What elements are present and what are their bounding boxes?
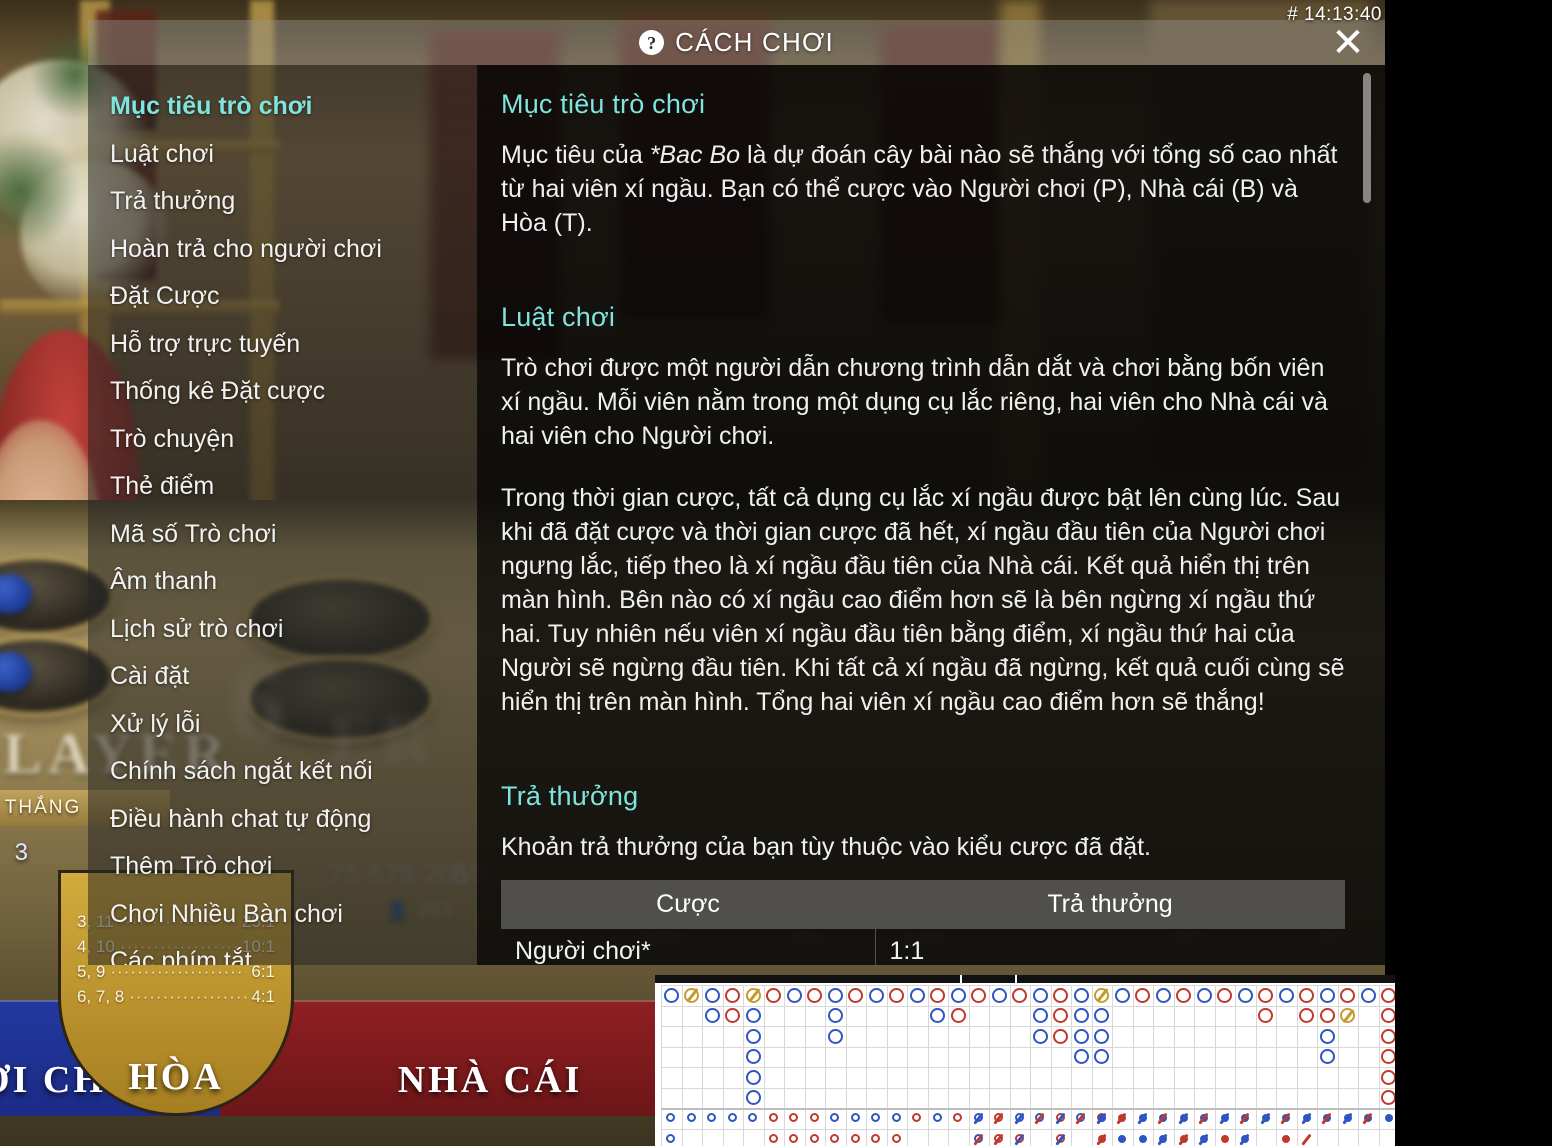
close-icon[interactable]: ✕ bbox=[1325, 20, 1371, 66]
sidebar-item-hoan-tra-cho-nguoi-choi[interactable]: Hoàn trả cho người chơi bbox=[88, 226, 477, 274]
section-heading-payouts: Trả thưởng bbox=[501, 781, 639, 811]
roadmap-scoreboard[interactable] bbox=[655, 975, 1395, 1146]
sidebar-item-xu-ly-loi[interactable]: Xử lý lỗi bbox=[88, 701, 477, 749]
dialog-header: ? CÁCH CHƠI ✕ bbox=[88, 20, 1385, 65]
sidebar-item-chinh-sach-ngat-ket-noi[interactable]: Chính sách ngắt kết nối bbox=[88, 748, 477, 796]
paragraph-objective: Mục tiêu của *Bac Bo là dự đoán cây bài … bbox=[501, 138, 1349, 240]
section-heading-rules: Luật chơi bbox=[501, 302, 616, 332]
tie-row-payout: 4:1 bbox=[251, 987, 275, 1006]
round-timestamp: # 14:13:40 bbox=[1287, 4, 1382, 25]
sidebar-item-cac-phim-tat[interactable]: Các phím tắt bbox=[88, 938, 477, 965]
dialog-title: CÁCH CHƠI bbox=[675, 27, 834, 57]
sidebar-item-muc-tieu-tro-choi[interactable]: Mục tiêu trò chơi bbox=[88, 83, 477, 131]
payout-table: Cược Trả thưởng Người chơi* 1:1 bbox=[501, 880, 1345, 965]
sidebar-item-dieu-hanh-chat-tu-dong[interactable]: Điều hành chat tự động bbox=[88, 796, 477, 844]
content-scrollbar[interactable] bbox=[1363, 73, 1371, 933]
table-row: Người chơi* 1:1 bbox=[501, 929, 1345, 965]
sidebar-item-tro-chuyen[interactable]: Trò chuyện bbox=[88, 416, 477, 464]
sidebar-item-choi-nhieu-ban-choi[interactable]: Chơi Nhiều Bàn chơi bbox=[88, 891, 477, 939]
paragraph-rules-1: Trò chơi được một người dẫn chương trình… bbox=[501, 354, 1328, 450]
player-score-badge: 3 bbox=[14, 839, 28, 866]
payout-cell-bet: Người chơi* bbox=[501, 929, 876, 965]
help-topic-sidebar[interactable]: Mục tiêu trò chơi Luật chơi Trả thưởng H… bbox=[88, 65, 477, 965]
tie-row-sum: 6, 7, 8 bbox=[77, 987, 125, 1006]
sidebar-item-luat-choi[interactable]: Luật chơi bbox=[88, 131, 477, 179]
payout-cell-value: 1:1 bbox=[889, 937, 925, 965]
sidebar-item-ho-tro-truc-tuyen[interactable]: Hỗ trợ trực tuyến bbox=[88, 321, 477, 369]
paragraph-rules-2: Trong thời gian cược, tất cả dụng cụ lắc… bbox=[501, 484, 1345, 716]
sidebar-item-lich-su-tro-choi[interactable]: Lịch sử trò chơi bbox=[88, 606, 477, 654]
sidebar-item-dat-cuoc[interactable]: Đặt Cược bbox=[88, 273, 477, 321]
roadmap-grid bbox=[655, 975, 1395, 1146]
help-content-pane[interactable]: Mục tiêu trò chơi Mục tiêu của *Bac Bo l… bbox=[477, 65, 1385, 965]
sidebar-item-am-thanh[interactable]: Âm thanh bbox=[88, 558, 477, 606]
section-heading-objective: Mục tiêu trò chơi bbox=[501, 89, 706, 119]
payout-col-bet: Cược bbox=[501, 880, 875, 929]
sidebar-item-ma-so-tro-choi[interactable]: Mã số Trò chơi bbox=[88, 511, 477, 559]
bet-spot-tie-label: HÒA bbox=[128, 1056, 224, 1098]
payout-table-header-row: Cược Trả thưởng bbox=[501, 880, 1345, 929]
betting-spots: NGƯỜI CHƠI 1:1 NHÀ CÁI 3, 11············… bbox=[0, 870, 760, 1146]
sidebar-item-the-diem[interactable]: Thẻ điểm bbox=[88, 463, 477, 511]
scrollbar-thumb[interactable] bbox=[1363, 73, 1371, 203]
objective-text-a: Mục tiêu của bbox=[501, 141, 650, 169]
sidebar-item-cai-dat[interactable]: Cài đặt bbox=[88, 653, 477, 701]
paragraph-payouts: Khoản trả thưởng của bạn tùy thuộc vào k… bbox=[501, 833, 1151, 861]
question-mark-icon: ? bbox=[639, 30, 665, 55]
sidebar-item-thong-ke-dat-cuoc[interactable]: Thống kê Đặt cược bbox=[88, 368, 477, 416]
how-to-play-dialog: ? CÁCH CHƠI ✕ Mục tiêu trò chơi Luật chơ… bbox=[88, 20, 1385, 965]
sidebar-item-them-tro-choi[interactable]: Thêm Trò chơi bbox=[88, 843, 477, 891]
app-root: PLAYER 6 ER 75 578 205 👤 281 69 52% 4% 4… bbox=[0, 0, 1552, 1146]
payout-col-payout: Trả thưởng bbox=[875, 880, 1345, 929]
dialog-body: Mục tiêu trò chơi Luật chơi Trả thưởng H… bbox=[88, 65, 1385, 965]
game-name-emphasis: *Bac Bo bbox=[649, 141, 741, 169]
sidebar-item-tra-thuong[interactable]: Trả thưởng bbox=[88, 178, 477, 226]
